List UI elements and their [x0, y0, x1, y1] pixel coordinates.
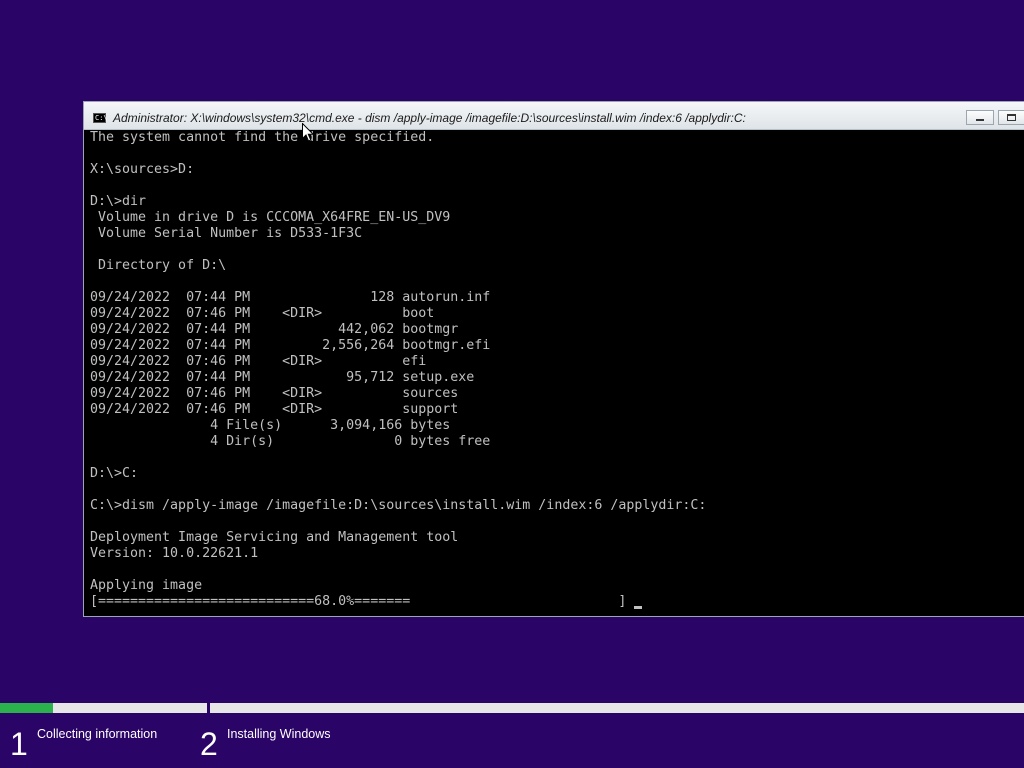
mouse-pointer-icon: [302, 123, 314, 142]
console-line: 09/24/2022 07:44 PM 2,556,264 bootmgr.ef…: [90, 338, 1024, 354]
progress-step-divider: [207, 703, 210, 713]
console-line-text: Applying image: [90, 578, 203, 593]
step-label: Installing Windows: [227, 727, 331, 741]
console-line: Version: 10.0.22621.1: [90, 546, 1024, 562]
console-line: 4 Dir(s) 0 bytes free: [90, 434, 1024, 450]
console-line-text: The system cannot find the drive specifi…: [90, 130, 435, 145]
cmd-window[interactable]: C:\ Administrator: X:\windows\system32\c…: [83, 101, 1024, 617]
console-line-text: 09/24/2022 07:44 PM 442,062 bootmgr: [90, 322, 459, 337]
console-line: The system cannot find the drive specifi…: [90, 130, 1024, 146]
minimize-button[interactable]: [966, 110, 994, 125]
setup-progress-fill: [0, 703, 54, 713]
console-line-text: X:\sources>D:: [90, 162, 195, 177]
console-line: 4 File(s) 3,094,166 bytes: [90, 418, 1024, 434]
console-line-text: 4 Dir(s) 0 bytes free: [90, 434, 491, 449]
console-line-text: D:\>C:: [90, 466, 139, 481]
console-line: 09/24/2022 07:46 PM <DIR> efi: [90, 354, 1024, 370]
console-line-text: 09/24/2022 07:44 PM 128 autorun.inf: [90, 290, 491, 305]
console-line: 09/24/2022 07:46 PM <DIR> support: [90, 402, 1024, 418]
console-line-text: 09/24/2022 07:44 PM 2,556,264 bootmgr.ef…: [90, 338, 491, 353]
console-line-text: 09/24/2022 07:46 PM <DIR> sources: [90, 386, 459, 401]
console-line-text: [===========================68.0%=======…: [90, 594, 635, 609]
console-line-text: Volume Serial Number is D533-1F3C: [90, 226, 363, 241]
console-line: 09/24/2022 07:44 PM 442,062 bootmgr: [90, 322, 1024, 338]
console-line: Deployment Image Servicing and Managemen…: [90, 530, 1024, 546]
console-line: D:\>dir: [90, 194, 1024, 210]
console-line: X:\sources>D:: [90, 162, 1024, 178]
console-line: [===========================68.0%=======…: [90, 594, 1024, 610]
step-label: Collecting information: [37, 727, 158, 741]
console-line: 09/24/2022 07:44 PM 95,712 setup.exe: [90, 370, 1024, 386]
console-line-text: 09/24/2022 07:44 PM 95,712 setup.exe: [90, 370, 475, 385]
maximize-icon: [1007, 114, 1016, 121]
step-number: 1: [10, 726, 28, 762]
console-line-text: Directory of D:\: [90, 258, 227, 273]
maximize-button[interactable]: [998, 110, 1024, 125]
console-line: Volume in drive D is CCCOMA_X64FRE_EN-US…: [90, 210, 1024, 226]
console-line: 09/24/2022 07:44 PM 128 autorun.inf: [90, 290, 1024, 306]
console-line-text: 4 File(s) 3,094,166 bytes: [90, 418, 451, 433]
console-line: C:\>dism /apply-image /imagefile:D:\sour…: [90, 498, 1024, 514]
window-title: Administrator: X:\windows\system32\cmd.e…: [113, 111, 746, 125]
console-line-text: C:\>dism /apply-image /imagefile:D:\sour…: [90, 498, 707, 513]
text-caret: [634, 606, 643, 609]
console-line: Applying image: [90, 578, 1024, 594]
console-line-text: 09/24/2022 07:46 PM <DIR> boot: [90, 306, 435, 321]
title-bar[interactable]: C:\ Administrator: X:\windows\system32\c…: [84, 102, 1024, 130]
minimize-icon: [976, 119, 984, 121]
console-line-text: Version: 10.0.22621.1: [90, 546, 259, 561]
console-line: 09/24/2022 07:46 PM <DIR> sources: [90, 386, 1024, 402]
console-line-text: 09/24/2022 07:46 PM <DIR> efi: [90, 354, 427, 369]
console-line-text: Deployment Image Servicing and Managemen…: [90, 530, 459, 545]
console-line-text: 09/24/2022 07:46 PM <DIR> support: [90, 402, 459, 417]
console-line-text: Volume in drive D is CCCOMA_X64FRE_EN-US…: [90, 210, 451, 225]
setup-progress-bar: [0, 703, 1024, 713]
console-line: Directory of D:\: [90, 258, 1024, 274]
console-line: D:\>C:: [90, 466, 1024, 482]
console-line-text: D:\>dir: [90, 194, 147, 209]
cmd-icon[interactable]: C:\: [93, 113, 108, 123]
console-line: Volume Serial Number is D533-1F3C: [90, 226, 1024, 242]
console-line: 09/24/2022 07:46 PM <DIR> boot: [90, 306, 1024, 322]
step-number: 2: [200, 726, 218, 762]
console-output[interactable]: The system cannot find the drive specifi…: [90, 130, 1024, 616]
